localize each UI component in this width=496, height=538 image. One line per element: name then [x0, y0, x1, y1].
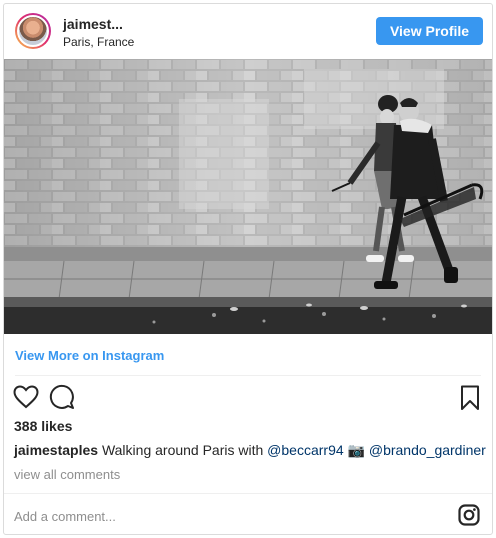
comment-icon[interactable]: [49, 384, 75, 415]
caption-text: 📷: [343, 442, 369, 458]
caption-username[interactable]: jaimestaples: [14, 442, 98, 458]
caption-text: Walking around Paris with: [98, 442, 268, 458]
view-more-link[interactable]: View More on Instagram: [15, 348, 164, 363]
post-caption: jaimestaples Walking around Paris with @…: [14, 442, 486, 459]
divider: [4, 493, 492, 494]
heart-icon[interactable]: [13, 385, 39, 414]
photo-illustration: [4, 59, 492, 334]
divider: [15, 375, 481, 376]
add-comment-input[interactable]: [14, 506, 434, 526]
post-photo[interactable]: [4, 59, 492, 334]
caption-mention[interactable]: @brando_gardiner: [369, 442, 486, 458]
bookmark-icon[interactable]: [460, 385, 480, 416]
instagram-logo-icon[interactable]: [458, 504, 480, 531]
location-label[interactable]: Paris, France: [63, 35, 134, 49]
avatar-image: [17, 15, 49, 47]
view-profile-button[interactable]: View Profile: [376, 17, 483, 45]
username[interactable]: jaimest...: [63, 16, 123, 32]
view-all-comments-link[interactable]: view all comments: [14, 467, 120, 482]
instagram-embed-card: jaimest... Paris, France View Profile Vi…: [3, 3, 493, 535]
likes-count[interactable]: 388 likes: [14, 418, 72, 434]
post-header: jaimest... Paris, France View Profile: [4, 4, 492, 59]
caption-mention[interactable]: @beccarr94: [267, 442, 343, 458]
avatar[interactable]: [15, 13, 51, 49]
